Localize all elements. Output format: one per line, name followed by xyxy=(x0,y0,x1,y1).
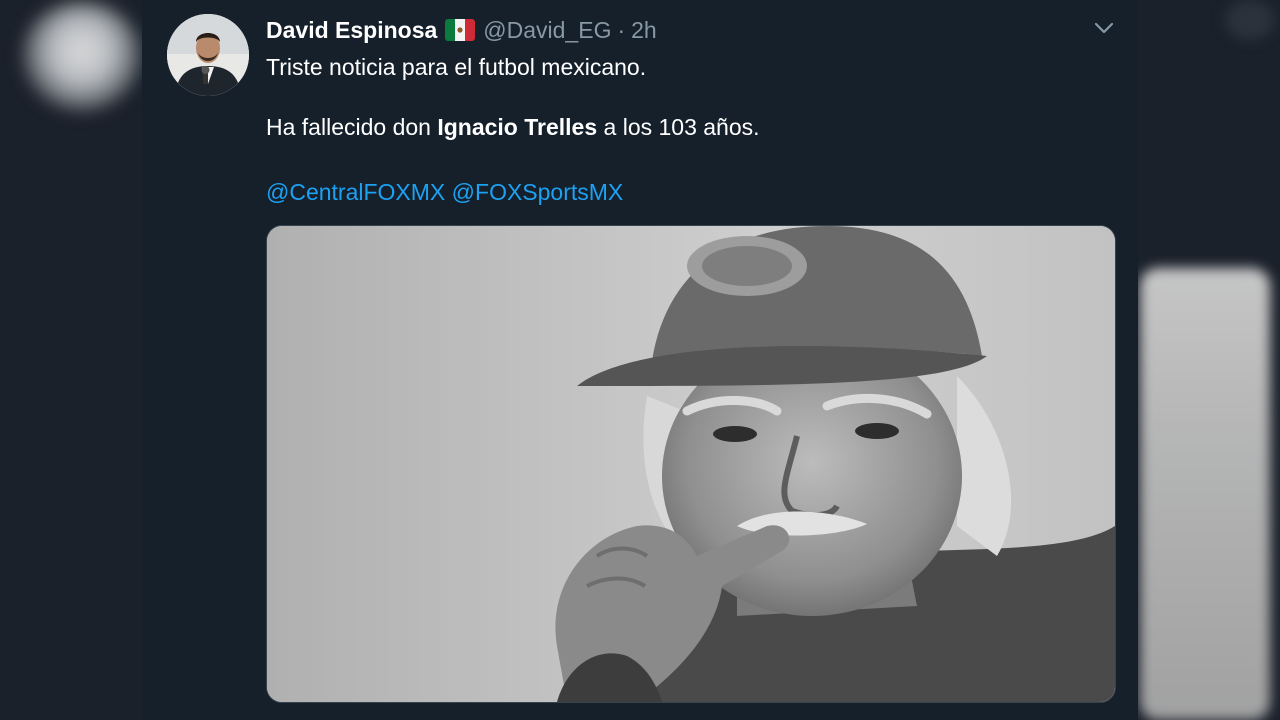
mention-link[interactable]: @CentralFOXMX xyxy=(266,179,445,205)
mexico-flag-icon xyxy=(445,19,476,41)
tweet-text-line-2: Ha fallecido don Ignacio Trelles a los 1… xyxy=(266,112,760,142)
header-separator: · xyxy=(617,16,626,43)
tweet-text-suffix: a los 103 años. xyxy=(597,114,760,140)
author-handle[interactable]: @David_EG xyxy=(483,17,611,44)
photo-portrait xyxy=(267,226,1115,702)
author-name[interactable]: David Espinosa xyxy=(266,17,437,44)
tweet-timestamp[interactable]: 2h xyxy=(631,17,657,44)
blurred-background-avatar xyxy=(22,2,142,112)
tweet-text-prefix: Ha fallecido don xyxy=(266,114,438,140)
avatar-photo xyxy=(167,14,249,96)
blurred-background-card xyxy=(1140,268,1270,720)
chevron-down-icon[interactable] xyxy=(1092,18,1116,38)
tweet-mentions: @CentralFOXMX @FOXSportsMX xyxy=(266,177,623,207)
tweet[interactable]: David Espinosa @David_EG · 2h Triste not… xyxy=(142,0,1138,720)
mention-link[interactable]: @FOXSportsMX xyxy=(452,179,624,205)
blurred-background-shape xyxy=(1225,0,1275,40)
tweet-photo[interactable] xyxy=(266,225,1116,703)
tweet-header: David Espinosa @David_EG · 2h xyxy=(266,14,657,46)
tweet-text-line-1: Triste noticia para el futbol mexicano. xyxy=(266,54,647,80)
screen: David Espinosa @David_EG · 2h Triste not… xyxy=(0,0,1280,720)
tweet-text-bold-name: Ignacio Trelles xyxy=(437,114,598,140)
author-avatar[interactable] xyxy=(167,14,249,96)
